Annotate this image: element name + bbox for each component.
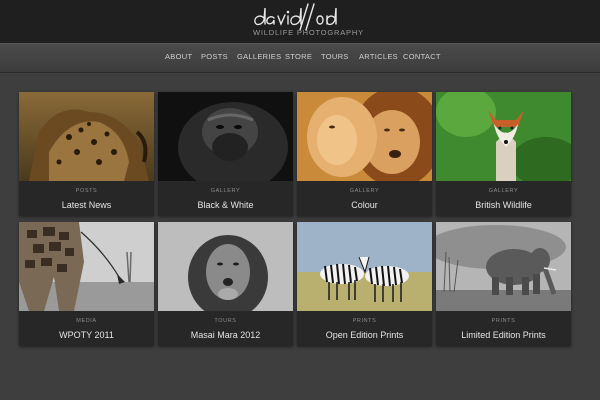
tile-category: POSTS xyxy=(75,188,98,194)
gallery-tile[interactable]: MEDIA WPOTY 2011 xyxy=(19,222,154,346)
site-header: WILDLIFE PHOTOGRAPHY xyxy=(0,0,600,43)
nav-item-tours[interactable]: TOURS xyxy=(321,52,349,61)
nav-item-contact[interactable]: CONTACT xyxy=(403,52,441,61)
gallery-tile[interactable]: PRINTS Open Edition Prints xyxy=(297,222,432,346)
gorilla-photo xyxy=(158,92,293,181)
elephant-photo xyxy=(436,222,571,311)
giraffe-photo xyxy=(19,222,154,311)
fox-photo xyxy=(436,92,571,181)
lions-photo xyxy=(297,92,432,181)
leopard-photo xyxy=(19,92,154,181)
nav-item-posts[interactable]: POSTS xyxy=(201,52,228,61)
nav-item-articles[interactable]: ARTICLES xyxy=(359,52,398,61)
tile-category: GALLERY xyxy=(349,188,380,194)
tile-title[interactable]: Limited Edition Prints xyxy=(436,330,571,340)
nav-item-store[interactable]: STORE xyxy=(285,52,312,61)
gallery-tile[interactable]: GALLERY Black & White xyxy=(158,92,293,216)
main-nav: ABOUT POSTS GALLERIES STORE TOURS ARTICL… xyxy=(0,43,600,73)
tile-category: TOURS xyxy=(214,318,237,324)
tile-title[interactable]: Black & White xyxy=(158,200,293,210)
tile-title[interactable]: Colour xyxy=(297,200,432,210)
gallery-tile[interactable]: GALLERY British Wildlife xyxy=(436,92,571,216)
nav-item-galleries[interactable]: GALLERIES xyxy=(237,52,281,61)
site-logo[interactable]: WILDLIFE PHOTOGRAPHY xyxy=(250,2,363,40)
tile-title[interactable]: British Wildlife xyxy=(436,200,571,210)
tile-title[interactable]: WPOTY 2011 xyxy=(19,330,154,340)
logo-tagline: WILDLIFE PHOTOGRAPHY xyxy=(253,28,364,37)
tile-category: PRINTS xyxy=(352,318,377,324)
zebras-photo xyxy=(297,222,432,311)
tile-category: GALLERY xyxy=(488,188,519,194)
tile-title[interactable]: Open Edition Prints xyxy=(297,330,432,340)
tile-title[interactable]: Masai Mara 2012 xyxy=(158,330,293,340)
tile-title[interactable]: Latest News xyxy=(19,200,154,210)
gallery-tile[interactable]: TOURS Masai Mara 2012 xyxy=(158,222,293,346)
nav-item-about[interactable]: ABOUT xyxy=(165,52,192,61)
gallery-tile[interactable]: POSTS Latest News xyxy=(19,92,154,216)
lion-photo xyxy=(158,222,293,311)
tile-category: MEDIA xyxy=(76,318,97,324)
tile-category: PRINTS xyxy=(491,318,516,324)
gallery-tile[interactable]: GALLERY Colour xyxy=(297,92,432,216)
tile-category: GALLERY xyxy=(210,188,241,194)
gallery-tile[interactable]: PRINTS Limited Edition Prints xyxy=(436,222,571,346)
